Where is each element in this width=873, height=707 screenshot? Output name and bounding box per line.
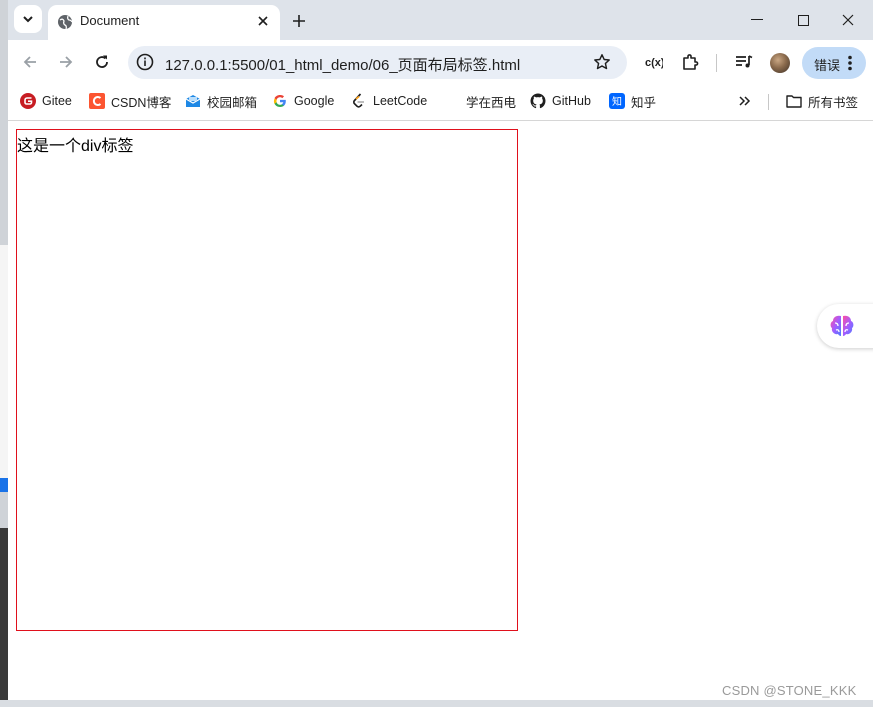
bookmark-csdn[interactable]: CSDN博客 [89,92,171,110]
blank-favicon-icon [444,93,460,109]
chevron-down-icon [23,16,33,23]
profile-avatar[interactable] [770,53,790,73]
bookmark-label: 校园邮箱 [207,95,258,110]
forward-button[interactable] [54,50,78,74]
error-label: 错误 [814,58,841,73]
bookmark-campus-mail[interactable]: 校园邮箱 [185,92,257,110]
bookmark-leetcode[interactable]: LeetCode [351,92,427,110]
close-window-button[interactable] [828,6,868,34]
globe-icon [57,14,73,35]
back-arrow-icon [23,56,36,68]
background-panel [0,245,8,478]
csdn-icon [89,93,105,109]
google-icon [272,93,288,109]
bookmark-label: 学在西电 [466,95,517,110]
toolbar-separator [716,54,717,72]
minimize-button[interactable] [737,6,777,34]
bookmark-github[interactable]: GitHub [530,92,591,110]
minimize-icon [751,19,763,20]
bookmarks-separator [768,94,769,110]
background-accent [0,478,8,492]
new-tab-button[interactable] [288,10,310,32]
bookmark-zhihu[interactable]: 知 知乎 [609,92,656,110]
bottom-background-strip [0,700,873,707]
bookmark-xidian-learning[interactable]: 学在西电 [444,92,516,110]
bookmark-label: CSDN博客 [111,95,172,110]
maximize-button[interactable] [783,6,823,34]
demo-div-text: 这是一个div标签 [17,138,134,155]
bookmark-gitee[interactable]: Gitee [20,92,72,110]
folder-icon [786,93,802,109]
tab-document[interactable]: Document [48,5,280,40]
bookmark-label: Google [294,94,335,108]
tab-title: Document [80,13,140,28]
all-bookmarks-button[interactable]: 所有书签 [786,92,858,110]
ai-assistant-button[interactable] [817,304,873,348]
page-viewport: 这是一个div标签 [8,121,873,700]
svg-text:c(x): c(x) [645,57,663,69]
double-chevron-right-icon [739,96,751,106]
tab-search-button[interactable] [14,5,42,33]
background-dark-panel [0,528,8,700]
more-menu-icon[interactable] [848,55,852,76]
reading-list-icon[interactable] [733,51,755,73]
site-info-icon[interactable] [136,53,154,76]
bookmark-label: Gitee [42,94,72,108]
leetcode-icon [351,93,367,109]
zhihu-icon: 知 [609,93,625,109]
mail-icon [185,93,201,109]
more-bookmarks-button[interactable] [739,92,751,110]
plus-icon [293,15,305,27]
bookmark-star-icon[interactable] [593,53,611,76]
toolbar: 127.0.0.1:5500/01_html_demo/06_页面布局标签.ht… [8,40,873,84]
address-bar[interactable]: 127.0.0.1:5500/01_html_demo/06_页面布局标签.ht… [128,46,627,79]
bookmark-google[interactable]: Google [272,92,334,110]
bookmark-label: 知乎 [631,95,657,110]
extension-cx-icon[interactable]: c(x) [643,51,665,73]
gitee-icon [20,93,36,109]
extensions-puzzle-icon[interactable] [679,51,701,73]
watermark-text: CSDN @STONE_KKK [722,683,857,698]
close-tab-icon[interactable] [254,12,272,30]
reload-icon [96,55,108,68]
background-window-edge [0,0,8,707]
browser-window: Document 127.0.0.1:5500/01_html_demo/06_… [8,0,873,700]
forward-arrow-icon [60,56,73,68]
maximize-icon [797,14,809,26]
bookmark-label: GitHub [552,94,591,108]
url-text[interactable]: 127.0.0.1:5500/01_html_demo/06_页面布局标签.ht… [165,54,520,75]
back-button[interactable] [18,50,42,74]
all-bookmarks-label: 所有书签 [808,95,859,110]
brain-icon [830,315,854,336]
demo-div-box: 这是一个div标签 [16,129,518,631]
tab-strip: Document [8,0,873,40]
github-icon [530,93,546,109]
bookmarks-bar: Gitee CSDN博客 校园邮箱 Google LeetCode 学在西电 G… [8,84,873,121]
bookmark-label: LeetCode [373,94,428,108]
svg-text:知: 知 [612,95,622,108]
reload-button[interactable] [90,50,114,74]
close-icon [842,14,854,26]
error-button[interactable]: 错误 [802,47,866,79]
